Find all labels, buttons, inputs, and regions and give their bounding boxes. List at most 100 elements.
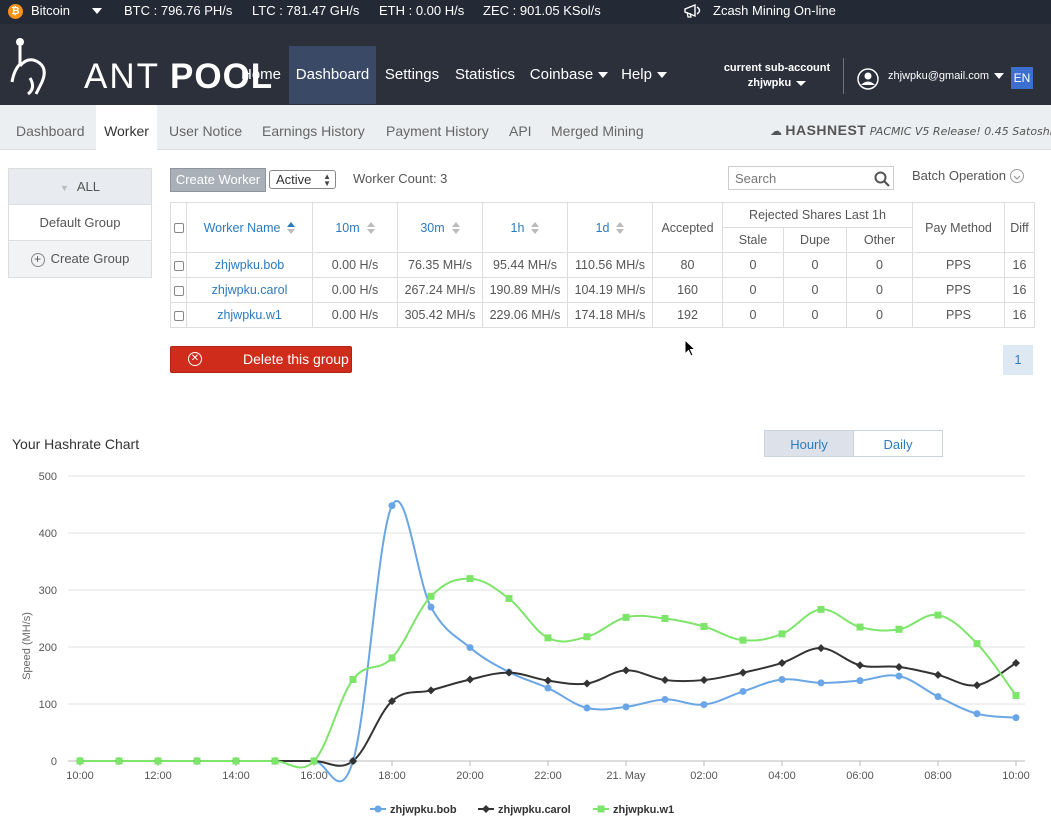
hourly-toggle[interactable]: Hourly bbox=[764, 430, 854, 457]
nav-statistics[interactable]: Statistics bbox=[450, 46, 520, 104]
header-divider bbox=[843, 58, 844, 94]
search-input[interactable] bbox=[728, 166, 894, 190]
col-rejected-group: Rejected Shares Last 1h bbox=[722, 202, 913, 228]
worker-name-link[interactable]: zhjwpku.bob bbox=[186, 252, 313, 278]
select-all-checkbox[interactable] bbox=[173, 223, 184, 234]
cell-dupe: 0 bbox=[783, 302, 847, 328]
data-point bbox=[583, 704, 591, 712]
data-point bbox=[466, 644, 474, 652]
row-checkbox-cell[interactable] bbox=[170, 302, 187, 328]
subnav-user-notice[interactable]: User Notice bbox=[169, 105, 242, 150]
x-tick-label: 12:00 bbox=[144, 770, 172, 782]
data-point bbox=[544, 676, 552, 685]
data-point bbox=[856, 677, 864, 685]
cell-1h: 229.06 MH/s bbox=[482, 302, 568, 328]
data-point bbox=[817, 679, 825, 687]
nav-home[interactable]: Home bbox=[236, 46, 286, 104]
announcement-link[interactable]: Zcash Mining On-line bbox=[713, 3, 836, 18]
cell-other: 0 bbox=[846, 252, 913, 278]
sub-navigation: Dashboard Worker User Notice Earnings Hi… bbox=[0, 105, 1051, 150]
cell-stale: 0 bbox=[722, 252, 784, 278]
hashnest-promo-banner[interactable]: ☁ HASHNEST PACMIC V5 Release! 0.45 Satos… bbox=[770, 122, 1051, 138]
col-worker-name[interactable]: Worker Name bbox=[186, 202, 313, 253]
group-all[interactable]: ▼ ALL bbox=[9, 169, 151, 205]
data-point bbox=[115, 757, 123, 765]
data-point bbox=[622, 613, 630, 621]
sub-account-selector[interactable]: current sub-account zhjwpku bbox=[718, 61, 836, 91]
subnav-merged-mining[interactable]: Merged Mining bbox=[551, 105, 644, 150]
mouse-cursor-icon bbox=[684, 339, 697, 357]
data-point bbox=[1012, 691, 1020, 699]
select-all-checkbox-cell[interactable] bbox=[170, 202, 187, 253]
worker-name-link[interactable]: zhjwpku.w1 bbox=[186, 302, 313, 328]
status-select[interactable]: Active ▲ ▼ bbox=[269, 170, 336, 189]
group-default[interactable]: Default Group bbox=[9, 205, 151, 241]
chevron-down-icon[interactable] bbox=[92, 8, 102, 14]
col-1d[interactable]: 1d bbox=[567, 202, 653, 253]
row-checkbox[interactable] bbox=[173, 310, 184, 321]
hashrate-chart: 0 100 200 300 400 500 10:00 12:00 14:00 16:00 18:… bbox=[21, 471, 1030, 816]
worker-name-link[interactable]: zhjwpku.carol bbox=[186, 277, 313, 303]
user-avatar-icon[interactable] bbox=[857, 68, 879, 90]
nav-coinbase[interactable]: Coinbase bbox=[528, 46, 610, 104]
col-10m[interactable]: 10m bbox=[312, 202, 398, 253]
language-button[interactable]: EN bbox=[1011, 67, 1033, 89]
subnav-worker[interactable]: Worker bbox=[96, 105, 157, 150]
user-email-menu[interactable]: zhjwpku@gmail.com bbox=[888, 70, 1005, 82]
cell-accepted: 192 bbox=[652, 302, 723, 328]
data-point bbox=[739, 687, 747, 695]
subnav-api[interactable]: API bbox=[509, 105, 532, 150]
nav-dashboard[interactable]: Dashboard bbox=[289, 46, 376, 104]
row-checkbox[interactable] bbox=[173, 260, 184, 271]
subnav-earnings-history[interactable]: Earnings History bbox=[262, 105, 365, 150]
ant-logo-icon[interactable] bbox=[6, 38, 84, 96]
create-group-button[interactable]: + Create Group bbox=[9, 241, 151, 277]
col-worker-name-label: Worker Name bbox=[203, 220, 281, 235]
search-icon[interactable] bbox=[874, 171, 890, 187]
chevron-down-icon bbox=[598, 72, 609, 79]
bitcoin-icon: ₿ bbox=[8, 4, 23, 19]
chart-legend[interactable]: zhjwpku.bob zhjwpku.carol zhjwpku.w1 bbox=[370, 804, 674, 816]
col-1h[interactable]: 1h bbox=[482, 202, 568, 253]
x-tick-label: 04:00 bbox=[768, 770, 796, 782]
subnav-dashboard[interactable]: Dashboard bbox=[16, 105, 85, 150]
create-worker-button[interactable]: Create Worker bbox=[170, 168, 266, 192]
legend-item-label: zhjwpku.w1 bbox=[613, 804, 674, 816]
subnav-payment-history[interactable]: Payment History bbox=[386, 105, 489, 150]
row-checkbox-cell[interactable] bbox=[170, 252, 187, 278]
data-point bbox=[934, 611, 942, 619]
table-row: zhjwpku.carol 0.00 H/s 267.24 MH/s 190.8… bbox=[170, 277, 1035, 303]
col-stale: Stale bbox=[722, 227, 784, 253]
y-tick-label: 200 bbox=[39, 642, 57, 654]
data-point bbox=[583, 633, 591, 641]
series-line-zhjwpku.carol bbox=[79, 647, 1017, 767]
hashnest-promo-text: PACMIC V5 Release! 0.45 Satoshi/Second bbox=[869, 125, 1051, 138]
ticker-bar: ₿ Bitcoin BTC : 796.76 PH/s LTC : 781.47… bbox=[0, 0, 1051, 24]
data-point bbox=[193, 757, 201, 765]
y-axis-ticks: 0 100 200 300 400 500 bbox=[39, 471, 57, 768]
chart-series bbox=[76, 500, 1020, 783]
batch-operation-button[interactable]: Batch Operation bbox=[912, 168, 1006, 183]
nav-help[interactable]: Help bbox=[618, 46, 670, 104]
data-point bbox=[388, 654, 396, 662]
chevron-down-circle-icon[interactable] bbox=[1010, 169, 1024, 183]
row-checkbox[interactable] bbox=[173, 285, 184, 296]
col-30m[interactable]: 30m bbox=[397, 202, 483, 253]
data-point bbox=[622, 666, 630, 675]
logo-text-ant: ANT bbox=[84, 57, 160, 96]
y-tick-label: 300 bbox=[39, 585, 57, 597]
eth-hashrate: ETH : 0.00 H/s bbox=[379, 3, 465, 18]
data-point bbox=[583, 679, 591, 688]
data-point bbox=[856, 623, 864, 631]
cell-1h: 95.44 MH/s bbox=[482, 252, 568, 278]
group-all-label: ALL bbox=[76, 179, 101, 194]
data-point bbox=[973, 710, 981, 718]
nav-settings[interactable]: Settings bbox=[381, 46, 443, 104]
data-point bbox=[895, 662, 903, 671]
data-point bbox=[622, 703, 630, 711]
pagination-page-1[interactable]: 1 bbox=[1003, 345, 1033, 375]
nav-coinbase-label: Coinbase bbox=[529, 66, 594, 83]
coin-selector[interactable]: Bitcoin bbox=[31, 3, 70, 18]
row-checkbox-cell[interactable] bbox=[170, 277, 187, 303]
daily-toggle[interactable]: Daily bbox=[853, 430, 943, 457]
